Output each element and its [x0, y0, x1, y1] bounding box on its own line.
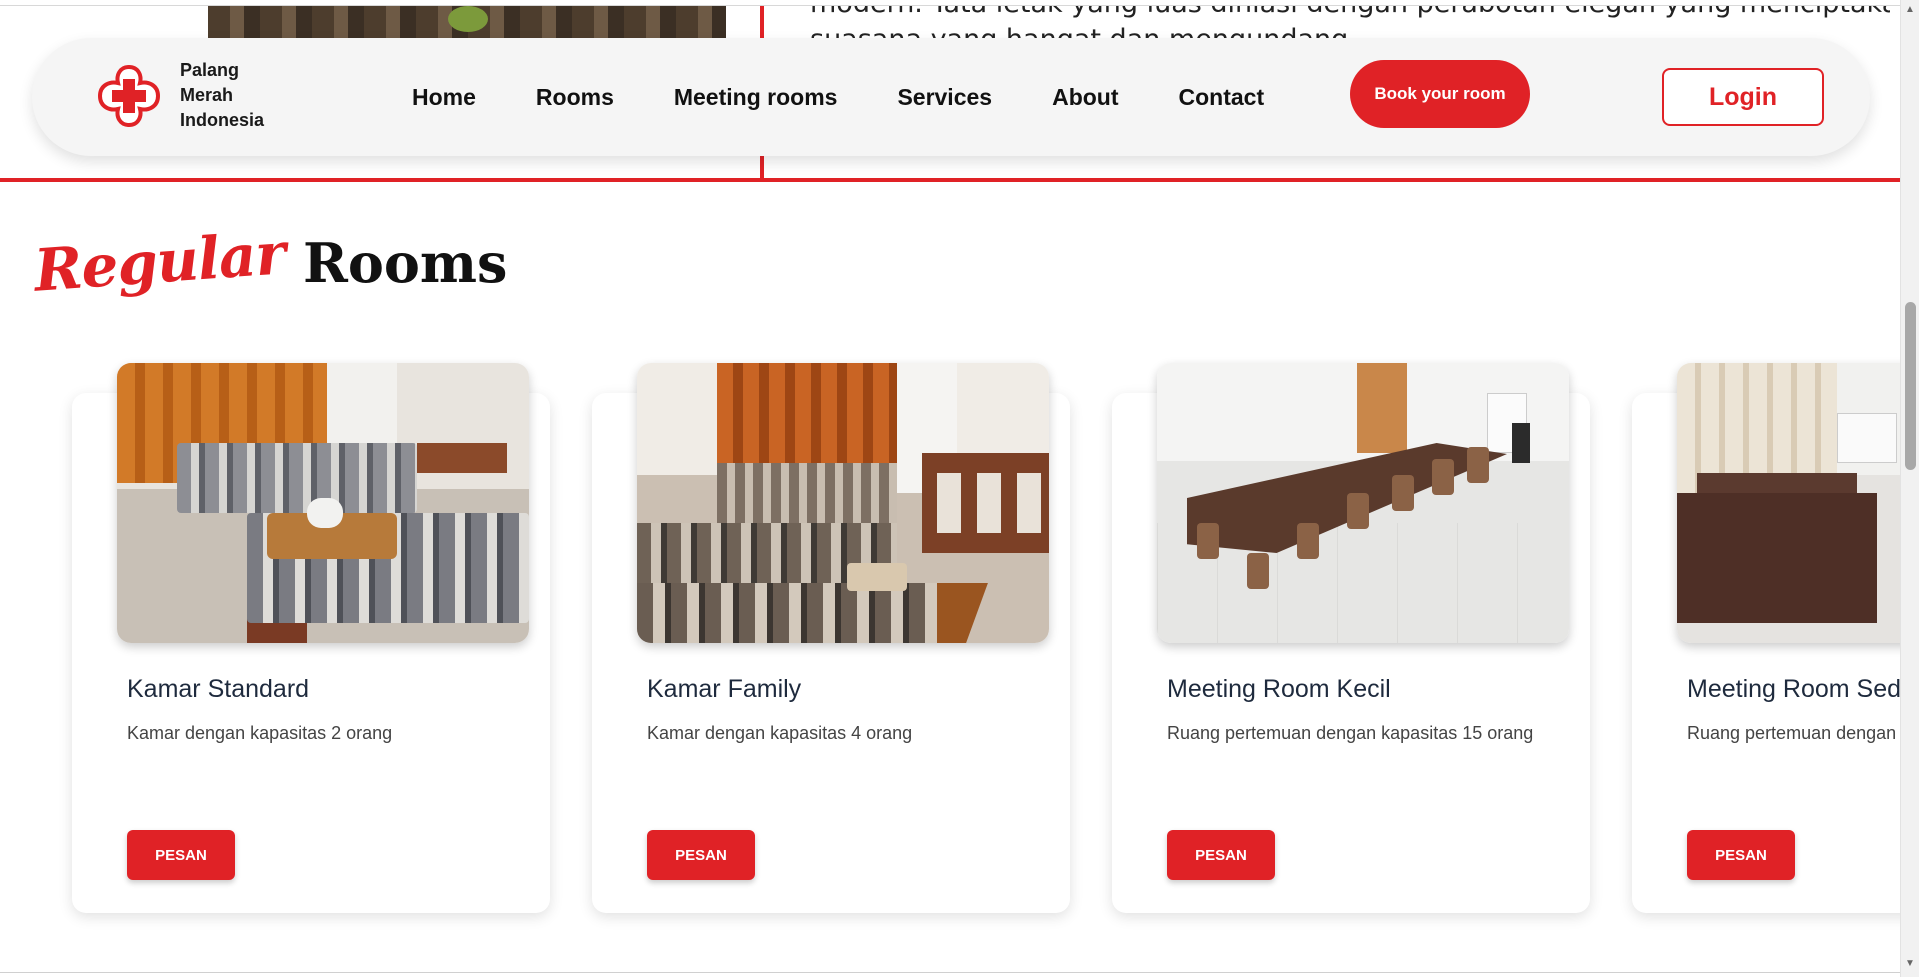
brand-name: Palang Merah Indonesia: [180, 58, 264, 133]
scrollbar-thumb[interactable]: [1905, 302, 1916, 470]
login-button[interactable]: Login: [1662, 68, 1824, 126]
nav-links: Home Rooms Meeting rooms Services About …: [412, 38, 1324, 156]
room-photo-standard: [117, 363, 529, 643]
room-card-meeting-sedang: Meeting Room Sedang Ruang pertemuan deng…: [1632, 363, 1900, 913]
brand-name-line-1: Palang: [180, 60, 240, 80]
section-title-main: Rooms: [303, 231, 508, 295]
triangle-up-icon[interactable]: ▲: [1905, 4, 1915, 15]
room-card-desc: Kamar dengan kapasitas 4 orang: [647, 723, 913, 743]
pesan-button[interactable]: PESAN: [127, 830, 235, 880]
nav-link-about[interactable]: About: [1052, 84, 1118, 111]
nav-link-meeting-rooms[interactable]: Meeting rooms: [674, 84, 838, 111]
section-title: Regular Rooms: [32, 219, 508, 304]
brand-name-line-3: Indonesia: [180, 110, 265, 130]
section-title-script: Regular: [31, 219, 288, 305]
room-card-title: Meeting Room Sedang: [1687, 675, 1900, 703]
room-photo-meeting-kecil: [1157, 363, 1569, 643]
navbar: Palang Merah Indonesia Home Rooms Meetin…: [32, 38, 1870, 156]
nav-link-contact[interactable]: Contact: [1179, 84, 1265, 111]
room-card-desc: Ruang pertemuan dengan kapasitas: [1687, 723, 1900, 743]
pesan-button[interactable]: PESAN: [1167, 830, 1275, 880]
nav-link-services[interactable]: Services: [897, 84, 992, 111]
room-card-standard: Kamar Standard Kamar dengan kapasitas 2 …: [72, 363, 550, 913]
nav-link-rooms[interactable]: Rooms: [536, 84, 614, 111]
triangle-down-icon[interactable]: ▼: [1905, 958, 1915, 969]
red-cross-logo-icon: [94, 61, 164, 131]
rooms-carousel: Kamar Standard Kamar dengan kapasitas 2 …: [0, 355, 1900, 935]
room-card-desc: Kamar dengan kapasitas 2 orang: [127, 723, 393, 743]
room-card-title: Kamar Standard: [127, 675, 310, 703]
pesan-button[interactable]: PESAN: [647, 830, 755, 880]
room-card-desc: Ruang pertemuan dengan kapasitas 15 oran…: [1167, 723, 1534, 743]
browser-top-edge: [0, 0, 1900, 6]
book-your-room-button[interactable]: Book your room: [1350, 60, 1530, 128]
room-card-title: Meeting Room Kecil: [1167, 675, 1391, 703]
brand[interactable]: Palang Merah Indonesia: [94, 58, 264, 133]
pesan-button[interactable]: PESAN: [1687, 830, 1795, 880]
room-photo-meeting-sedang: [1677, 363, 1900, 643]
room-photo-family: [637, 363, 1049, 643]
room-card-family: Kamar Family Kamar dengan kapasitas 4 or…: [592, 363, 1070, 913]
room-card-meeting-kecil: Meeting Room Kecil Ruang pertemuan denga…: [1112, 363, 1590, 913]
page-scrollbar[interactable]: ▲ ▼: [1900, 0, 1919, 977]
room-card-title: Kamar Family: [647, 675, 802, 703]
nav-link-home[interactable]: Home: [412, 84, 476, 111]
browser-bottom-edge: [0, 972, 1900, 977]
brand-name-line-2: Merah: [180, 85, 234, 105]
